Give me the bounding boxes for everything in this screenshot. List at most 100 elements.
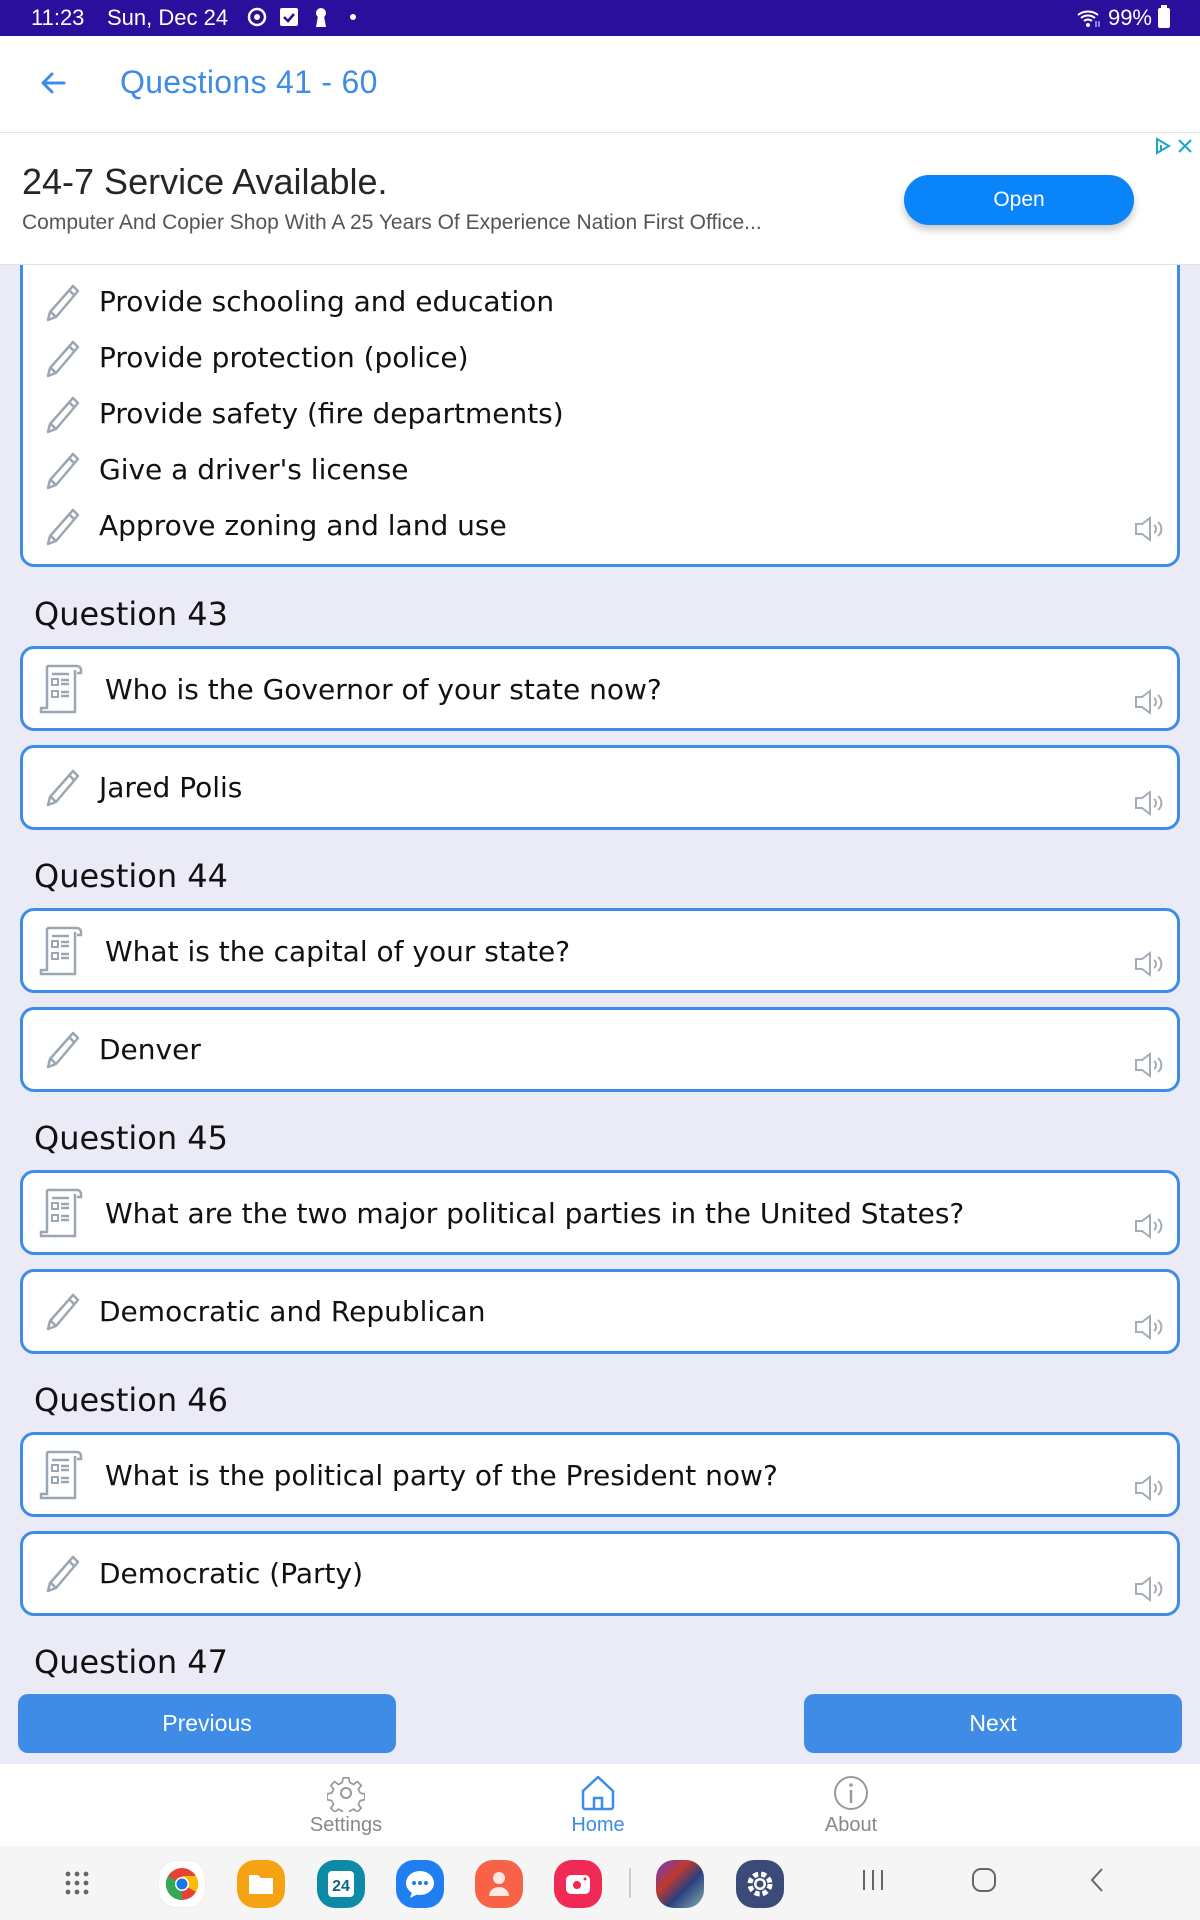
scroll-document-icon [39,1188,83,1238]
pencil-icon [46,508,80,546]
pencil-icon [46,1031,80,1069]
pencil-icon [46,284,80,322]
back-arrow-icon[interactable] [36,66,70,100]
pencil-icon [46,340,80,378]
tab-home[interactable]: Home [528,1774,668,1837]
page-title: Questions 41 - 60 [120,64,378,100]
speaker-icon[interactable] [1133,1052,1163,1078]
scroll-document-icon [39,926,83,976]
question-card[interactable]: What is the political party of the Presi… [20,1432,1180,1517]
gear-icon [327,1776,365,1812]
answer-card[interactable]: Democratic and Republican [20,1269,1180,1354]
status-date: Sun, Dec 24 [107,5,229,30]
speaker-icon[interactable] [1133,1475,1163,1501]
contacts-app-icon[interactable] [475,1860,523,1908]
citizenship-test-app-icon[interactable] [656,1860,704,1908]
pencil-icon [46,396,80,434]
adchoices-icon[interactable] [1154,137,1172,155]
battery-icon [1158,5,1170,28]
answer-text: Democratic (Party) [99,1557,364,1590]
question-text: What is the capital of your state? [105,935,571,968]
files-app-icon[interactable] [237,1860,285,1908]
question-number: Question 44 [34,857,229,895]
question-number: Question 46 [34,1381,229,1419]
scroll-document-icon [39,1450,83,1500]
ad-description[interactable]: Computer And Copier Shop With A 25 Years… [22,211,762,235]
app-header: Questions 41 - 60 [0,36,1200,132]
speaker-icon[interactable] [1133,1314,1163,1340]
question-card[interactable]: Who is the Governor of your state now? [20,646,1180,731]
question-card[interactable]: What is the capital of your state? [20,908,1180,993]
calendar-app-icon[interactable]: 24 [317,1860,365,1908]
question-number: Question 47 [34,1643,229,1681]
next-button[interactable]: Next [804,1694,1182,1753]
keyhole-icon [316,8,326,27]
info-icon [834,1776,868,1810]
dock-divider [629,1868,631,1898]
speaker-icon[interactable] [1133,516,1163,542]
status-right: 99% [1076,5,1170,31]
tab-settings[interactable]: Settings [276,1774,416,1837]
answer-text: Approve zoning and land use [99,509,507,542]
system-nav-bar: 24 [0,1846,1200,1920]
answer-item: Provide schooling and education [23,275,1177,331]
battery-percent: 99% [1107,5,1152,30]
question-text: What is the political party of the Presi… [105,1459,778,1492]
pencil-icon [46,452,80,490]
pencil-icon [46,1293,80,1331]
settings-app-icon[interactable] [736,1860,784,1908]
answer-item: Provide protection (police) [23,331,1177,387]
tab-label: About [824,1814,878,1836]
question-text: What are the two major political parties… [105,1197,965,1230]
back-nav-icon[interactable] [1087,1866,1107,1894]
answer-text: Democratic and Republican [99,1295,486,1328]
previous-button[interactable]: Previous [18,1694,396,1753]
dot-icon [350,14,356,20]
smart-things-icon [247,7,267,27]
wifi-icon [1077,10,1100,27]
pencil-icon [46,769,80,807]
question-text: Who is the Governor of your state now? [105,673,662,706]
checkbox-icon [280,8,298,26]
speaker-icon[interactable] [1133,1576,1163,1602]
speaker-icon[interactable] [1133,689,1163,715]
notification-icons [246,6,364,28]
ad-choices[interactable] [1154,137,1194,155]
answer-item: Give a driver's license [23,443,1177,499]
answer-card[interactable]: Provide schooling and education Provide … [20,265,1180,567]
speaker-icon[interactable] [1133,951,1163,977]
home-nav-icon[interactable] [970,1866,998,1894]
ad-title[interactable]: 24-7 Service Available. [22,161,388,203]
status-time: 11:23 [31,5,85,30]
answer-text: Denver [99,1033,201,1066]
pencil-icon [46,1555,80,1593]
questions-list[interactable]: Provide schooling and education Provide … [0,265,1200,1764]
status-bar: 11:23 Sun, Dec 24 99% [0,0,1200,36]
answer-item: Approve zoning and land use [23,499,1177,555]
answer-card[interactable]: Democratic (Party) [20,1531,1180,1616]
answer-text: Jared Polis [99,771,243,804]
tab-about[interactable]: About [781,1774,921,1837]
speaker-icon[interactable] [1133,790,1163,816]
calendar-day: 24 [332,1878,350,1895]
recent-apps-icon[interactable] [860,1866,886,1894]
app-drawer-icon[interactable] [64,1870,90,1896]
screen-recorder-app-icon[interactable] [554,1860,602,1908]
question-card[interactable]: What are the two major political parties… [20,1170,1180,1255]
messages-app-icon[interactable] [396,1860,444,1908]
answer-card[interactable]: Denver [20,1007,1180,1092]
answer-text: Provide protection (police) [99,341,469,374]
scroll-document-icon [39,664,83,714]
ad-close-icon[interactable] [1176,137,1194,155]
tab-label: Settings [309,1814,383,1836]
answer-item: Provide safety (fire departments) [23,387,1177,443]
answer-text: Provide safety (fire departments) [99,397,564,430]
chrome-app-icon[interactable] [158,1860,206,1908]
question-number: Question 43 [34,595,229,633]
ad-open-button[interactable]: Open [904,175,1134,225]
answer-card[interactable]: Jared Polis [20,745,1180,830]
question-number: Question 45 [34,1119,229,1157]
speaker-icon[interactable] [1133,1213,1163,1239]
ad-banner[interactable]: 24-7 Service Available. Computer And Cop… [0,132,1200,265]
tab-label: Home [571,1814,625,1836]
